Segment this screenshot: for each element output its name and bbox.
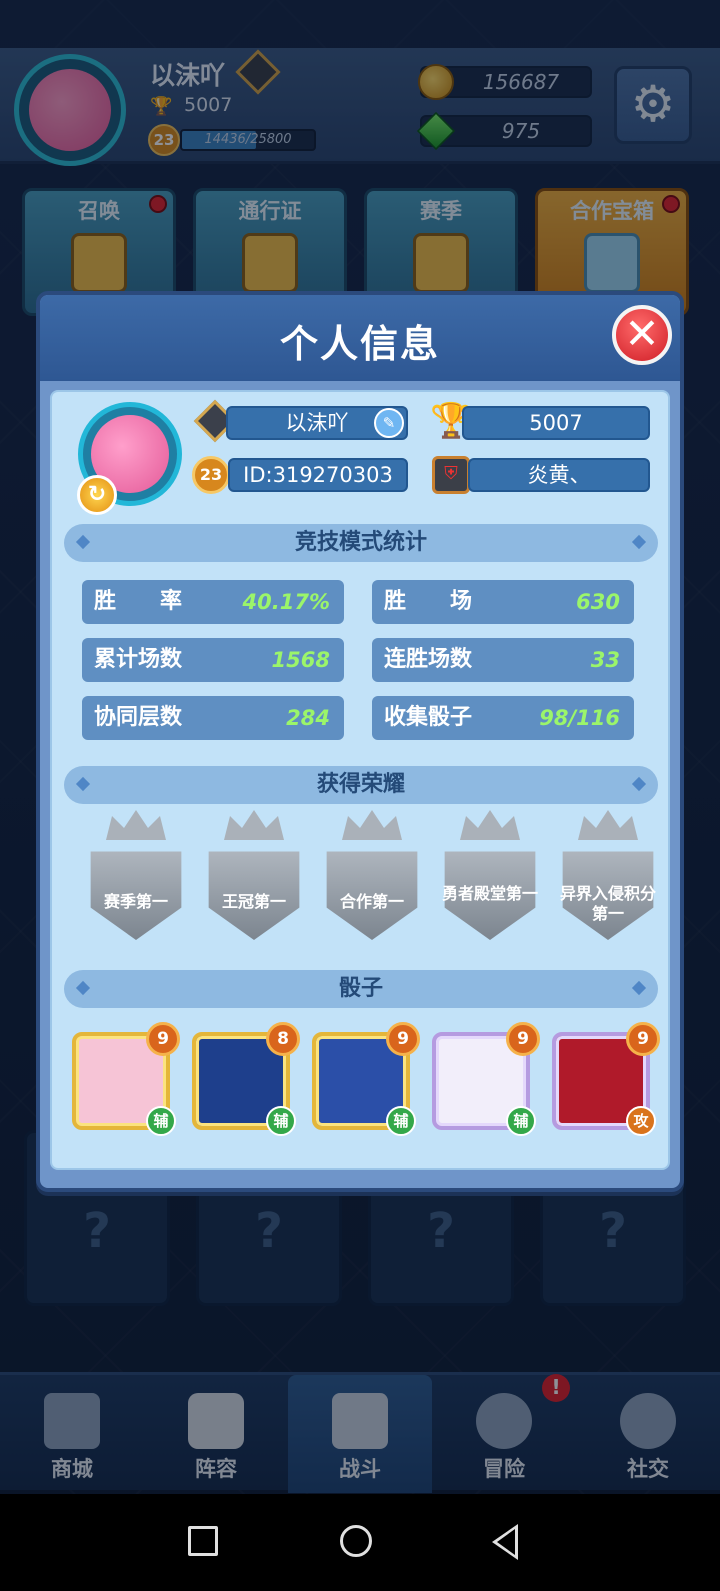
clan-field[interactable]: 炎黄、 — [468, 458, 650, 492]
back-icon[interactable] — [492, 1524, 518, 1560]
stat-value: 284 — [286, 706, 330, 730]
modal-header: 个人信息 ✕ — [40, 295, 680, 381]
honor-label: 勇者殿堂第一 — [441, 884, 538, 903]
change-avatar-icon[interactable]: ↻ — [77, 475, 117, 515]
stat-wins: 胜 场 630 — [372, 580, 634, 624]
stat-value: 40.17% — [242, 590, 330, 614]
dice-role-badge: 辅 — [506, 1106, 536, 1136]
dice-level-badge: 9 — [506, 1022, 540, 1056]
stat-label: 累计场数 — [94, 647, 183, 672]
dice-section-header: 骰子 — [64, 970, 658, 1008]
dice-level-badge: 8 — [266, 1022, 300, 1056]
dice-role-badge: 攻 — [626, 1106, 656, 1136]
stat-coop-floors: 协同层数 284 — [82, 696, 344, 740]
clan-emblem-icon: ⛨ — [432, 456, 470, 494]
profile-avatar[interactable]: ↻ — [77, 402, 182, 515]
stat-label: 协同层数 — [94, 705, 183, 730]
close-button[interactable]: ✕ — [612, 305, 672, 365]
stat-label: 连胜场数 — [384, 647, 473, 672]
recent-apps-icon[interactable] — [188, 1526, 218, 1556]
edit-pencil-icon[interactable]: ✎ — [374, 408, 404, 438]
stat-total-games: 累计场数 1568 — [82, 638, 344, 682]
modal-body: ↻ 以沫吖 ✎ 🏆 5007 23 ID:319270303 ⛨ 炎黄、 竞技模… — [50, 390, 670, 1170]
profile-modal: 个人信息 ✕ ↻ 以沫吖 ✎ 🏆 5007 23 ID:319270303 ⛨ … — [36, 291, 684, 1192]
level-badge: 23 — [192, 456, 230, 494]
stat-label: 胜 率 — [94, 589, 183, 614]
dice-level-badge: 9 — [146, 1022, 180, 1056]
home-icon[interactable] — [340, 1525, 372, 1557]
dice-card[interactable]: 9辅 — [72, 1022, 180, 1136]
player-id-field[interactable]: ID:319270303 — [228, 458, 408, 492]
dice-card[interactable]: 9攻 — [552, 1022, 660, 1136]
stat-dice-collected: 收集骰子 98/116 — [372, 696, 634, 740]
honor-label: 王冠第一 — [221, 892, 286, 911]
dice-card[interactable]: 8辅 — [192, 1022, 300, 1136]
honors-section-header: 获得荣耀 — [64, 766, 658, 804]
modal-title: 个人信息 — [279, 322, 440, 366]
stat-value: 630 — [576, 590, 620, 614]
dice-card[interactable]: 9辅 — [432, 1022, 540, 1136]
honor-label: 合作第一 — [339, 892, 404, 911]
stat-win-streak: 连胜场数 33 — [372, 638, 634, 682]
stat-value: 1568 — [271, 648, 330, 672]
honor-label: 异界入侵积分第一 — [559, 884, 656, 923]
dice-role-badge: 辅 — [266, 1106, 296, 1136]
stat-label: 收集骰子 — [384, 705, 473, 730]
trophy-field: 5007 — [462, 406, 650, 440]
dice-role-badge: 辅 — [386, 1106, 416, 1136]
screen: 以沫吖 🏆 5007 23 14436/25800 156687 975 ⚙ 召… — [0, 0, 720, 1591]
dice-card[interactable]: 9辅 — [312, 1022, 420, 1136]
system-nav-bar — [0, 1494, 720, 1591]
stat-value: 33 — [590, 648, 620, 672]
dice-level-badge: 9 — [386, 1022, 420, 1056]
honor-label: 赛季第一 — [103, 892, 168, 911]
dice-level-badge: 9 — [626, 1022, 660, 1056]
stat-value: 98/116 — [539, 706, 620, 730]
stats-section-header: 竞技模式统计 — [64, 524, 658, 562]
dice-role-badge: 辅 — [146, 1106, 176, 1136]
stat-label: 胜 场 — [384, 589, 473, 614]
stat-win-rate: 胜 率 40.17% — [82, 580, 344, 624]
